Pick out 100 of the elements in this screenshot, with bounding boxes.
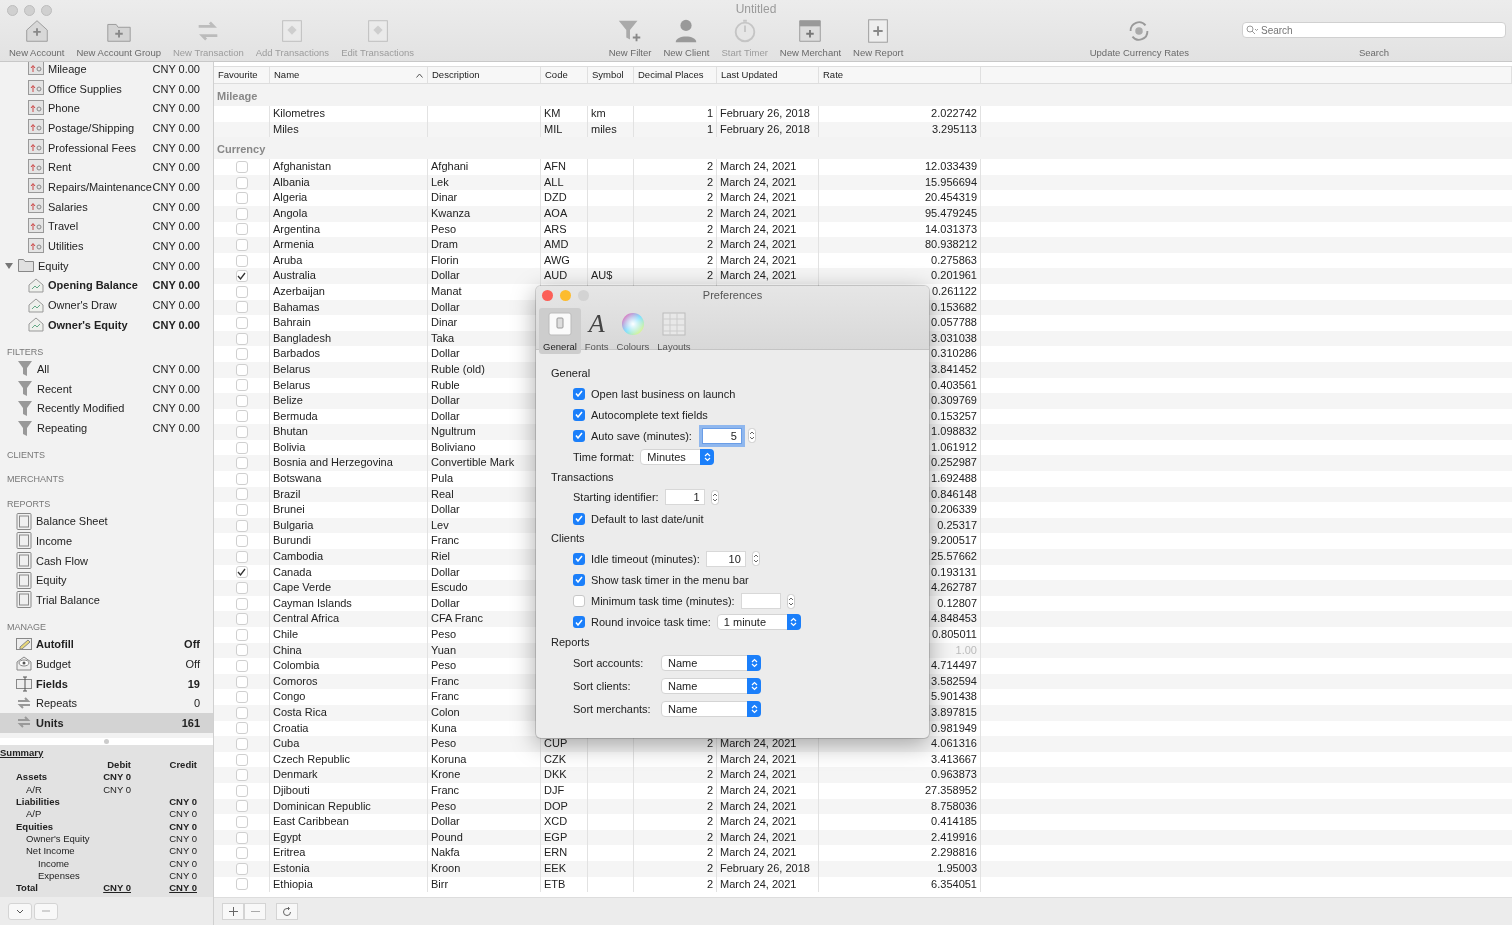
toolbar-button[interactable]: New Report [850, 17, 907, 58]
favourite-checkbox[interactable] [235, 628, 248, 641]
sidebar-item[interactable]: Equity CNY 0.00 [0, 255, 213, 276]
column-header[interactable]: Symbol [588, 67, 634, 83]
sidebar-item[interactable]: Repairs/MaintenanceCNY 0.00 [0, 177, 213, 197]
toolbar-button[interactable]: Update Currency Rates [1086, 17, 1192, 58]
column-header[interactable]: Last Updated [717, 67, 819, 83]
checkbox[interactable] [573, 595, 585, 608]
sidebar-item[interactable]: Professional Fees CNY 0.00 [0, 137, 213, 158]
toolbar-button[interactable]: New Filter [605, 17, 655, 58]
add-button[interactable] [222, 903, 244, 920]
favourite-checkbox[interactable] [235, 504, 248, 517]
column-header[interactable]: Code [541, 67, 588, 83]
popup-button[interactable]: 1 minute [716, 614, 801, 631]
number-field[interactable]: 1 [664, 489, 705, 506]
favourite-checkbox[interactable] [235, 597, 248, 610]
favourite-checkbox[interactable] [235, 519, 248, 532]
window-control-button[interactable] [7, 5, 18, 16]
favourite-checkbox[interactable] [235, 394, 248, 407]
favourite-checkbox[interactable] [235, 535, 248, 548]
window-control-button[interactable] [24, 5, 35, 16]
popup-button[interactable]: Name [661, 678, 761, 695]
sidebar-item[interactable]: Balance Sheet [0, 511, 213, 532]
disclosure-triangle-icon[interactable] [5, 261, 13, 270]
favourite-checkbox[interactable] [235, 176, 248, 189]
stepper-icon[interactable] [751, 551, 760, 567]
favourite-checkbox[interactable] [235, 691, 248, 704]
favourite-checkbox[interactable] [235, 379, 248, 392]
favourite-checkbox[interactable] [235, 254, 248, 267]
toolbar-button[interactable]: New Merchant [776, 17, 845, 58]
favourite-checkbox[interactable] [235, 675, 248, 688]
favourite-checkbox[interactable] [235, 316, 248, 329]
checkbox[interactable] [573, 408, 585, 421]
sidebar-item[interactable]: All CNY 0.00 [0, 359, 213, 379]
favourite-checkbox[interactable] [235, 800, 248, 813]
favourite-checkbox[interactable] [235, 488, 248, 501]
favourite-checkbox[interactable] [235, 363, 248, 376]
splitter-handle[interactable] [104, 739, 109, 744]
remove-button[interactable] [34, 902, 58, 920]
sidebar-item[interactable]: Fields 19 [0, 673, 213, 694]
toolbar-button[interactable]: New Client [660, 17, 713, 58]
toolbar-button[interactable]: New Account Group [73, 17, 164, 58]
favourite-checkbox[interactable] [235, 472, 248, 485]
sidebar-item[interactable]: Postage/Shipping CNY 0.00 [0, 118, 213, 138]
favourite-checkbox[interactable] [235, 613, 248, 626]
window-control-button[interactable] [542, 290, 553, 301]
popup-button[interactable]: Name [661, 701, 761, 718]
favourite-checkbox[interactable] [235, 270, 248, 283]
checkbox[interactable] [573, 573, 585, 586]
favourite-checkbox[interactable] [235, 566, 248, 579]
preferences-tab[interactable]: A Fonts [580, 308, 613, 354]
favourite-checkbox[interactable] [235, 441, 248, 454]
favourite-checkbox[interactable] [235, 161, 248, 173]
sidebar-item[interactable]: Office Supplies CNY 0.00 [0, 78, 213, 99]
sidebar-item[interactable]: Repeats 0 [0, 693, 213, 714]
checkbox[interactable] [573, 512, 585, 525]
favourite-checkbox[interactable] [235, 410, 248, 423]
sidebar-item[interactable]: Cash Flow [0, 550, 213, 571]
favourite-checkbox[interactable] [235, 332, 248, 345]
checkbox[interactable] [573, 387, 585, 400]
window-control-button[interactable] [41, 5, 52, 16]
number-field[interactable]: 5 [701, 427, 742, 444]
preferences-tab[interactable]: Colours [612, 308, 654, 354]
sidebar-item[interactable]: Utilities CNY 0.00 [0, 236, 213, 256]
sidebar-item[interactable]: Phone CNY 0.00 [0, 98, 213, 119]
favourite-checkbox[interactable] [235, 582, 248, 594]
favourite-checkbox[interactable] [235, 457, 248, 470]
number-field[interactable]: 10 [705, 550, 746, 567]
favourite-checkbox[interactable] [235, 831, 248, 844]
favourite-checkbox[interactable] [235, 660, 248, 672]
window-control-button[interactable] [560, 290, 571, 301]
favourite-checkbox[interactable] [235, 238, 248, 251]
favourite-checkbox[interactable] [235, 784, 248, 797]
favourite-checkbox[interactable] [235, 223, 248, 236]
sidebar-item[interactable]: Income [0, 531, 213, 551]
favourite-checkbox[interactable] [235, 207, 248, 220]
sidebar-item[interactable]: Autofill Off [0, 634, 213, 654]
favourite-checkbox[interactable] [235, 348, 248, 361]
favourite-checkbox[interactable] [235, 192, 248, 205]
checkbox[interactable] [573, 616, 585, 629]
checkbox[interactable] [573, 552, 585, 565]
favourite-checkbox[interactable] [235, 285, 248, 298]
favourite-checkbox[interactable] [235, 301, 248, 314]
stepper-icon[interactable] [786, 593, 795, 609]
favourite-checkbox[interactable] [235, 815, 248, 828]
column-header[interactable]: Decimal Places [634, 67, 717, 83]
column-header[interactable]: Description [428, 67, 541, 83]
sidebar-item[interactable]: Rent CNY 0.00 [0, 157, 213, 178]
favourite-checkbox[interactable] [235, 706, 248, 719]
favourite-checkbox[interactable] [235, 426, 248, 439]
stepper-icon[interactable] [747, 428, 756, 444]
column-header[interactable]: Rate [819, 67, 981, 83]
sidebar-item[interactable]: Owner's Draw CNY 0.00 [0, 295, 213, 315]
sidebar-item[interactable]: Mileage CNY 0.00 [0, 62, 213, 79]
refresh-button[interactable] [276, 903, 298, 920]
sidebar-item[interactable]: Trial Balance [0, 590, 213, 610]
sidebar-item[interactable]: Owner's Equity CNY 0.00 [0, 314, 213, 335]
sidebar-item[interactable]: Repeating CNY 0.00 [0, 418, 213, 438]
checkbox[interactable] [573, 429, 585, 442]
preferences-tab[interactable]: General [539, 308, 581, 354]
